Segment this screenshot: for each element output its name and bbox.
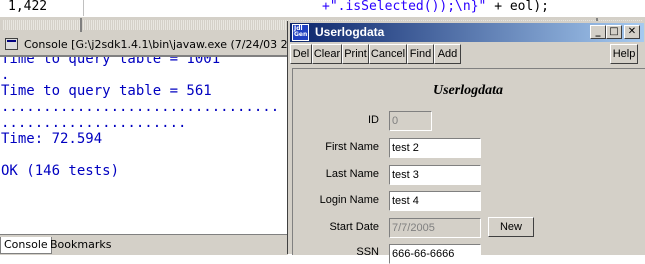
form-heading: Userlogdata	[433, 83, 503, 98]
code-rest: + eol);	[486, 0, 549, 14]
id-label: ID	[368, 114, 379, 126]
clear-button[interactable]: Clear	[312, 44, 342, 64]
console-title: Console [G:\j2sdk1.4.1\bin\javaw.exe (7/…	[24, 38, 306, 51]
start-date-label: Start Date	[329, 221, 379, 233]
ssn-field[interactable]: 666-66-6666	[389, 244, 481, 264]
last-name-field[interactable]: test 3	[389, 165, 481, 185]
close-button[interactable]: ✕	[624, 25, 640, 39]
app-icon: Jdl Gen	[292, 24, 309, 41]
form-panel: Userlogdata ID 0 First Name test 2 Last …	[292, 68, 645, 264]
login-name-label: Login Name	[319, 194, 379, 206]
code-line[interactable]: +".isSelected());\n}" + eol);	[322, 0, 549, 14]
first-name-field[interactable]: test 2	[389, 138, 481, 158]
console-icon	[5, 38, 18, 50]
console-line: Time to query table = 1001	[1, 56, 221, 67]
console-line: Time: 72.594	[1, 131, 103, 147]
scroll-marker	[80, 18, 82, 32]
app-icon-text: Jdl Gen	[294, 25, 308, 38]
tab-console[interactable]: Console	[0, 237, 52, 254]
cancel-button[interactable]: Cancel	[369, 44, 407, 64]
code-string: +".isSelected());\n}"	[322, 0, 487, 14]
first-name-label: First Name	[325, 141, 379, 153]
console-line: .................................	[1, 99, 280, 115]
console-output[interactable]: Time to query table = 1001 . Time to que…	[0, 56, 288, 235]
window-border	[287, 21, 288, 254]
dialog-toolbar: Del Clear Print Cancel Find Add Help	[290, 44, 644, 64]
minimize-button[interactable]: _	[590, 25, 606, 39]
tab-bookmarks[interactable]: Bookmarks	[47, 237, 114, 253]
add-button[interactable]: Add	[434, 44, 461, 64]
console-line: ......................	[1, 115, 187, 131]
console-line: OK (146 tests)	[1, 163, 120, 179]
last-name-label: Last Name	[325, 168, 379, 180]
id-field: 0	[389, 111, 432, 131]
login-name-field[interactable]: test 4	[389, 191, 481, 211]
console-line: .	[1, 67, 10, 83]
window-title: Userlogdata	[315, 25, 385, 39]
ssn-label: SSN	[356, 246, 379, 258]
line-number: 1,422	[8, 0, 48, 14]
help-button[interactable]: Help	[610, 44, 638, 64]
start-date-field: 7/7/2005	[389, 218, 481, 238]
find-button[interactable]: Find	[407, 44, 434, 64]
print-button[interactable]: Print	[342, 44, 369, 64]
del-button[interactable]: Del	[290, 44, 312, 64]
console-line: Time to query table = 561	[1, 83, 212, 99]
userlogdata-window: Jdl Gen Userlogdata _ □ ✕ Del Clear Prin…	[287, 21, 645, 264]
new-date-button[interactable]: New	[488, 217, 534, 237]
console-view: Console [G:\j2sdk1.4.1\bin\javaw.exe (7/…	[0, 33, 305, 255]
window-titlebar[interactable]: Jdl Gen Userlogdata _ □ ✕	[290, 23, 644, 42]
console-titlebar[interactable]: Console [G:\j2sdk1.4.1\bin\javaw.exe (7/…	[0, 35, 305, 56]
maximize-button[interactable]: □	[606, 25, 622, 39]
console-tab-bar: Console Bookmarks	[0, 234, 288, 255]
